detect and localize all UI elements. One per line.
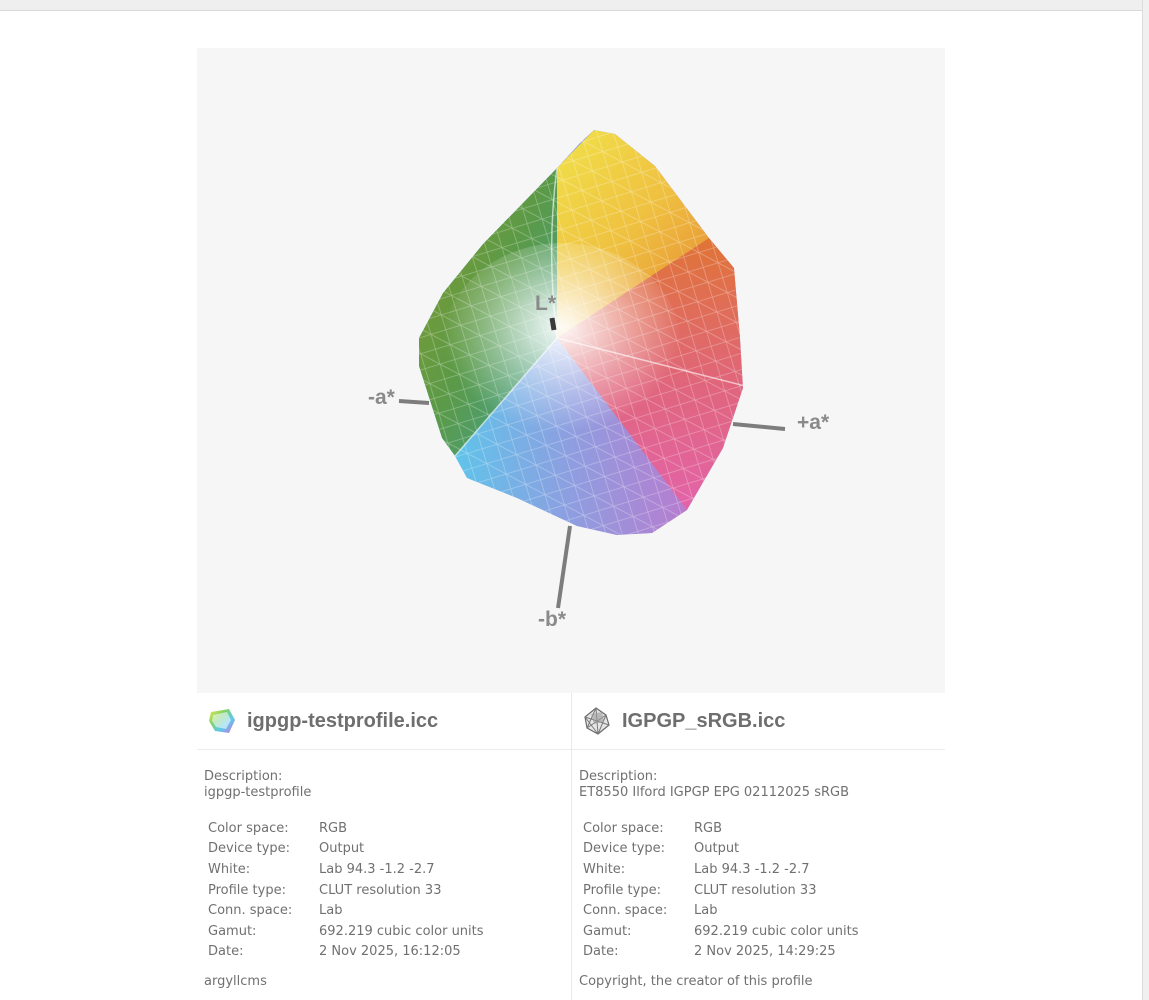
wireframe-gamut-icon	[584, 707, 610, 735]
description-value: igpgp-testprofile	[204, 785, 312, 800]
profile-description: Description: ET8550 Ilford IGPGP EPG 021…	[572, 750, 945, 801]
plus-a-axis-label: +a*	[797, 411, 830, 434]
table-row: Profile type: CLUT resolution 33	[208, 882, 442, 898]
plus-a-axis	[732, 422, 786, 431]
minus-b-axis-label: -b*	[538, 608, 567, 631]
profile-comparison: igpgp-testprofile.icc Description: igpgp…	[197, 693, 945, 1000]
gamut-3d-viewer[interactable]: L* -a* +a* -b*	[197, 48, 945, 693]
l-axis	[549, 317, 557, 331]
profile-column-1: igpgp-testprofile.icc Description: igpgp…	[197, 693, 571, 1000]
table-row: Conn. space: Lab	[208, 903, 343, 919]
profile-info-table: Color space: RGB Device type: Output White…	[204, 818, 488, 962]
profile-title: IGPGP_sRGB.icc	[622, 709, 786, 732]
profile-title: igpgp-testprofile.icc	[247, 709, 439, 732]
description-label: Description:	[579, 769, 658, 784]
profile-footer: argyllcms	[204, 974, 267, 990]
minus-b-axis	[556, 525, 572, 609]
l-axis-label: L*	[535, 292, 557, 315]
table-row: Date: 2 Nov 2025, 16:12:05	[208, 944, 461, 960]
table-row: Date: 2 Nov 2025, 14:29:25	[583, 944, 836, 960]
table-row: White: Lab 94.3 -1.2 -2.7	[208, 861, 435, 877]
profile-column-2: IGPGP_sRGB.icc Description: ET8550 Ilfor…	[571, 693, 945, 1000]
table-row: Device type: Output	[583, 841, 740, 857]
profile-info-table: Color space: RGB Device type: Output White…	[579, 818, 863, 962]
gamut-canvas[interactable]: L* -a* +a* -b*	[197, 48, 945, 693]
table-row: Profile type: CLUT resolution 33	[583, 882, 817, 898]
table-row: Conn. space: Lab	[583, 903, 718, 919]
minus-a-axis-label: -a*	[368, 386, 396, 409]
scrollbar[interactable]	[1142, 0, 1149, 1000]
table-row: White: Lab 94.3 -1.2 -2.7	[583, 861, 810, 877]
description-label: Description:	[204, 769, 283, 784]
description-value: ET8550 Ilford IGPGP EPG 02112025 sRGB	[579, 785, 849, 800]
gamut-solid[interactable]	[397, 108, 757, 548]
profile-footer: Copyright, the creator of this profile	[579, 974, 813, 990]
minus-a-axis	[398, 399, 430, 405]
profile-header: igpgp-testprofile.icc	[197, 693, 571, 750]
table-row: Color space: RGB	[583, 820, 723, 836]
profile-description: Description: igpgp-testprofile	[197, 750, 571, 801]
table-row: Device type: Output	[208, 841, 365, 857]
table-row: Color space: RGB	[208, 820, 348, 836]
browser-top-bar	[0, 0, 1142, 11]
gamut-cube-icon	[209, 709, 235, 733]
table-row: Gamut: 692.219 cubic color units	[583, 923, 859, 939]
table-row: Gamut: 692.219 cubic color units	[208, 923, 484, 939]
profile-header: IGPGP_sRGB.icc	[572, 693, 945, 750]
